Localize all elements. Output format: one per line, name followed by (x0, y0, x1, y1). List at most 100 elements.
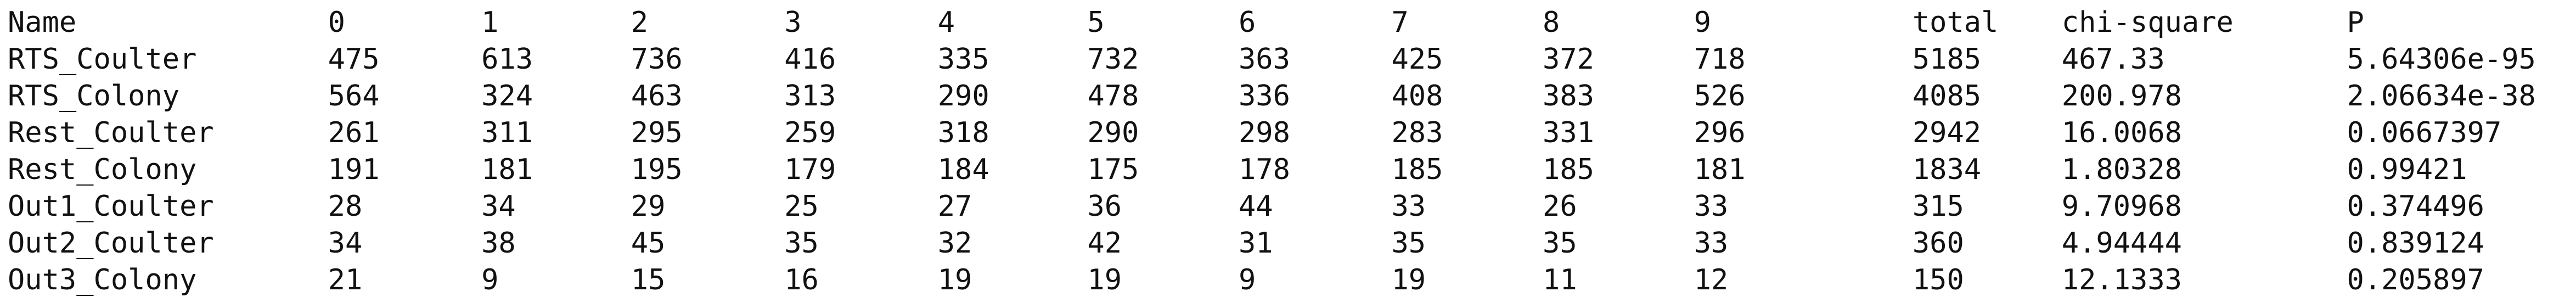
cell-digit-8: 383 (1543, 80, 1594, 113)
table-row: Rest_Coulter 261 311 295 259 318 290 298… (8, 115, 2576, 152)
cell-digit-3: 416 (784, 43, 836, 76)
table-row: Rest_Colony 191 181 195 179 184 175 178 … (8, 152, 2576, 188)
cell-digit-7: 283 (1391, 116, 1443, 149)
cell-digit-4: 184 (937, 153, 989, 186)
cell-digit-2: 45 (631, 227, 666, 260)
document-page: Name 0 1 2 3 4 5 6 7 8 9 total chi-squar… (0, 0, 2576, 308)
cell-digit-6: 336 (1238, 80, 1290, 113)
cell-digit-9: 33 (1694, 190, 1729, 223)
cell-name: RTS_Coulter (8, 43, 197, 76)
cell-digit-3: 35 (784, 227, 819, 260)
cell-digit-5: 36 (1087, 190, 1122, 223)
cell-digit-1: 34 (481, 190, 516, 223)
header-digit-2: 2 (631, 6, 649, 39)
cell-chi-square: 9.70968 (2061, 190, 2182, 223)
cell-digit-7: 185 (1391, 153, 1443, 186)
table-row: RTS_Coulter 475 613 736 416 335 732 363 … (8, 41, 2576, 78)
cell-digit-8: 11 (1543, 264, 1577, 296)
cell-total: 150 (1912, 264, 1964, 296)
header-row: Name 0 1 2 3 4 5 6 7 8 9 total chi-squar… (8, 4, 2576, 41)
header-digit-5: 5 (1087, 6, 1105, 39)
header-digit-4: 4 (937, 6, 955, 39)
cell-digit-5: 19 (1087, 264, 1122, 296)
cell-digit-1: 613 (481, 43, 533, 76)
cell-chi-square: 467.33 (2061, 43, 2165, 76)
cell-total: 1834 (1912, 153, 1982, 186)
cell-digit-3: 259 (784, 116, 836, 149)
cell-digit-7: 425 (1391, 43, 1443, 76)
cell-name: Out3_Colony (8, 264, 197, 296)
cell-digit-6: 178 (1238, 153, 1290, 186)
cell-digit-5: 290 (1087, 116, 1139, 149)
cell-p: 0.99421 (2347, 153, 2467, 186)
cell-digit-0: 564 (328, 80, 380, 113)
cell-p: 2.06634e-38 (2347, 80, 2536, 113)
table-row: Out3_Colony 21 9 15 16 19 19 9 19 11 12 … (8, 262, 2576, 299)
cell-digit-5: 42 (1087, 227, 1122, 260)
cell-digit-9: 526 (1694, 80, 1746, 113)
cell-p: 0.374496 (2347, 190, 2484, 223)
cell-digit-0: 21 (328, 264, 363, 296)
cell-name: RTS_Colony (8, 80, 180, 113)
cell-digit-0: 34 (328, 227, 363, 260)
cell-digit-4: 318 (937, 116, 989, 149)
header-digit-6: 6 (1238, 6, 1256, 39)
cell-digit-0: 261 (328, 116, 380, 149)
cell-digit-0: 28 (328, 190, 363, 223)
cell-digit-3: 313 (784, 80, 836, 113)
cell-chi-square: 1.80328 (2061, 153, 2182, 186)
cell-digit-4: 32 (937, 227, 972, 260)
cell-chi-square: 200.978 (2061, 80, 2182, 113)
header-digit-0: 0 (328, 6, 345, 39)
table-row: RTS_Colony 564 324 463 313 290 478 336 4… (8, 78, 2576, 115)
cell-digit-8: 185 (1543, 153, 1594, 186)
cell-p: 5.64306e-95 (2347, 43, 2536, 76)
cell-total: 2942 (1912, 116, 1982, 149)
cell-digit-3: 179 (784, 153, 836, 186)
header-name: Name (8, 6, 77, 39)
cell-digit-8: 372 (1543, 43, 1594, 76)
cell-digit-4: 19 (937, 264, 972, 296)
table-row: Out2_Coulter 34 38 45 35 32 42 31 35 35 … (8, 225, 2576, 262)
cell-digit-0: 191 (328, 153, 380, 186)
cell-p: 0.839124 (2347, 227, 2484, 260)
cell-name: Out1_Coulter (8, 190, 214, 223)
cell-digit-3: 16 (784, 264, 819, 296)
cell-digit-5: 478 (1087, 80, 1139, 113)
cell-total: 5185 (1912, 43, 1982, 76)
cell-digit-8: 26 (1543, 190, 1577, 223)
cell-digit-6: 44 (1238, 190, 1273, 223)
table-row: Out1_Coulter 28 34 29 25 27 36 44 33 26 … (8, 188, 2576, 225)
cell-digit-4: 290 (937, 80, 989, 113)
cell-chi-square: 16.0068 (2061, 116, 2182, 149)
cell-p: 0.205897 (2347, 264, 2484, 296)
cell-chi-square: 4.94444 (2061, 227, 2182, 260)
cell-digit-2: 29 (631, 190, 666, 223)
cell-digit-5: 175 (1087, 153, 1139, 186)
cell-digit-0: 475 (328, 43, 380, 76)
header-digit-7: 7 (1391, 6, 1409, 39)
header-digit-8: 8 (1543, 6, 1560, 39)
cell-digit-6: 31 (1238, 227, 1273, 260)
cell-p: 0.0667397 (2347, 116, 2502, 149)
cell-total: 4085 (1912, 80, 1982, 113)
cell-digit-1: 9 (481, 264, 499, 296)
cell-digit-2: 736 (631, 43, 683, 76)
cell-digit-9: 33 (1694, 227, 1729, 260)
header-p: P (2347, 6, 2364, 39)
cell-name: Out2_Coulter (8, 227, 214, 260)
cell-digit-7: 19 (1391, 264, 1426, 296)
header-chi-square: chi-square (2061, 6, 2234, 39)
header-digit-9: 9 (1694, 6, 1711, 39)
cell-digit-3: 25 (784, 190, 819, 223)
cell-digit-4: 335 (937, 43, 989, 76)
cell-name: Rest_Colony (8, 153, 197, 186)
cell-digit-1: 311 (481, 116, 533, 149)
cell-digit-6: 363 (1238, 43, 1290, 76)
cell-digit-2: 295 (631, 116, 683, 149)
cell-digit-2: 15 (631, 264, 666, 296)
cell-digit-9: 718 (1694, 43, 1746, 76)
header-total: total (1912, 6, 1999, 39)
cell-digit-7: 408 (1391, 80, 1443, 113)
chi-square-table: Name 0 1 2 3 4 5 6 7 8 9 total chi-squar… (8, 4, 2576, 299)
